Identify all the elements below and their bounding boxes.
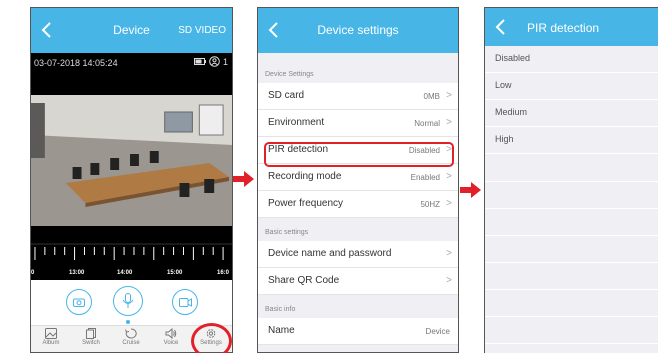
viewer-icon [209,56,220,67]
timeline-label: 15:00 [167,270,183,276]
divider [485,181,658,182]
option-label: High [495,134,514,144]
divider [485,235,658,236]
timeline-label: 16:0 [217,270,230,276]
page-title: PIR detection [527,21,600,35]
row-label: Recording mode [268,171,342,182]
option-disabled[interactable]: Disabled [485,46,658,73]
sd-video-button[interactable]: SD VIDEO [178,8,226,53]
row-name: Name Device [258,318,458,345]
section-header: Basic info [265,306,296,313]
pir-detection-screen: PIR detection Disabled Low Medium High [484,7,658,353]
row-value: 0MB [423,92,440,101]
tab-voice[interactable]: Voice [151,328,191,346]
divider [485,316,658,317]
row-label: Power frequency [268,198,344,209]
option-label: Low [495,80,512,90]
option-medium[interactable]: Medium [485,100,658,127]
row-device-name-password[interactable]: Device name and password > [258,241,458,268]
option-label: Medium [495,107,528,117]
album-icon [45,328,57,339]
row-value: Device [425,327,450,336]
tab-cruise[interactable]: Cruise [111,328,151,346]
timeline-label: 14:00 [117,270,133,276]
row-label: Share QR Code [268,275,340,286]
camera-video-feed[interactable] [31,95,232,226]
option-high[interactable]: High [485,127,658,154]
control-panel [31,280,232,330]
row-recording-mode[interactable]: Recording mode Enabled > [258,164,458,191]
chevron-right-icon: > [446,171,452,182]
row-sd-card[interactable]: SD card 0MB > [258,83,458,110]
back-arrow-icon[interactable] [492,17,510,37]
microphone-icon [122,293,134,308]
row-label: SD card [268,90,305,101]
divider [485,262,658,263]
talk-button[interactable] [113,286,143,316]
timeline-label: 0 [31,270,35,276]
timestamp: 03-07-2018 14:05:24 [34,58,118,68]
tab-label: Album [42,340,60,346]
arrow-right-icon [460,182,481,198]
pir-navbar: PIR detection [485,8,658,46]
tab-label: Cruise [122,340,140,346]
cruise-icon [125,328,137,339]
row-environment[interactable]: Environment Normal > [258,110,458,137]
device-settings-navbar: Device settings [258,8,458,53]
device-settings-screen: Device settings Device Settings SD card … [257,7,459,353]
page-title: Device settings [317,23,399,37]
row-value: 50HZ [420,200,440,209]
live-view-screen: Device SD VIDEO 03-07-2018 14:05:24 1 0 … [30,7,233,353]
section-header: Basic settings [265,229,309,236]
tab-label: Voice [163,340,179,346]
switch-icon [86,328,96,339]
divider [485,343,658,344]
viewer-count: 1 [222,56,228,67]
record-button[interactable] [172,289,198,315]
snapshot-button[interactable] [66,289,92,315]
speaker-icon [165,328,177,339]
row-value: Normal [414,119,440,128]
chevron-right-icon: > [446,248,452,259]
settings-highlight-circle [191,323,232,353]
section-header: Device Settings [265,71,314,78]
status-line: 03-07-2018 14:05:24 1 [31,53,232,73]
row-label: Environment [268,117,325,128]
divider [485,208,658,209]
row-share-qr-code[interactable]: Share QR Code > [258,268,458,295]
battery-icon [193,58,206,65]
live-view-navbar: Device SD VIDEO [31,8,232,53]
arrow-right-icon [233,171,254,187]
row-label: Name [268,325,295,336]
pir-highlight-box [264,142,454,167]
tab-label: Switch [82,340,100,346]
chevron-right-icon: > [446,90,452,101]
chevron-right-icon: > [446,117,452,128]
option-label: Disabled [495,53,531,63]
chevron-right-icon: > [446,198,452,209]
divider [485,289,658,290]
video-record-icon [178,297,192,307]
page-indicator [126,320,130,324]
camera-icon [73,298,85,307]
tab-switch[interactable]: Switch [71,328,111,346]
chevron-right-icon: > [446,275,452,286]
tab-album[interactable]: Album [31,328,71,346]
row-label: Device name and password [268,248,392,259]
row-value: Enabled [410,173,440,182]
row-power-frequency[interactable]: Power frequency 50HZ > [258,191,458,218]
timeline-label: 13:00 [69,270,85,276]
option-low[interactable]: Low [485,73,658,100]
